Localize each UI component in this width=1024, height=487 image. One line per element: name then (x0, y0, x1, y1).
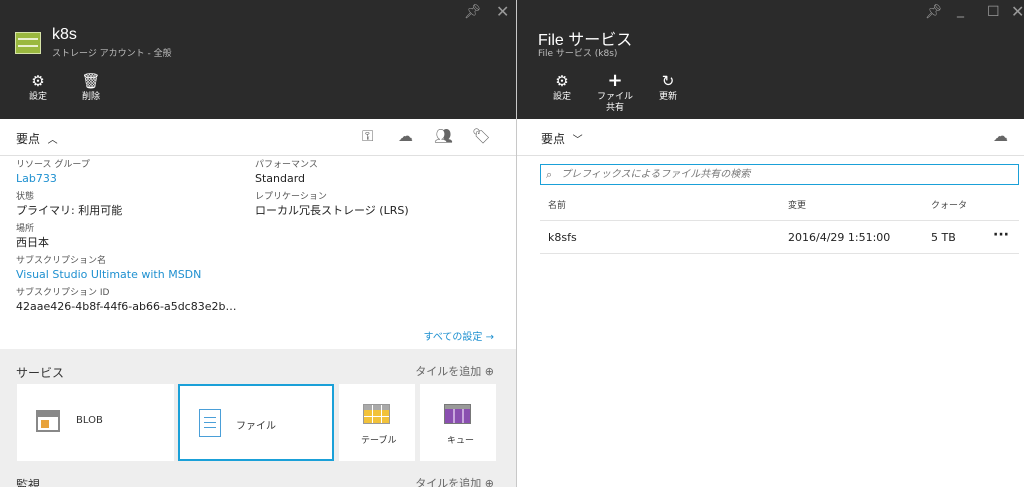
settings-button[interactable]: ⚙ 設定 (16, 72, 60, 103)
users-icon[interactable]: 👥︎ (434, 127, 453, 145)
monitoring-add-tile-button[interactable]: タイルを追加 ⊕ (415, 475, 494, 487)
row-divider (540, 253, 1019, 254)
cloud-icon[interactable]: ☁ (993, 127, 1008, 145)
maximize-icon[interactable]: ☐ (987, 4, 1000, 20)
services-section: サービス タイルを追加 ⊕ BLOB ファイル テーブル キュー 監視 タイルを… (0, 349, 516, 487)
column-header-modified[interactable]: 変更 (788, 198, 806, 211)
settings-button[interactable]: ⚙ 設定 (540, 72, 584, 103)
monitoring-title: 監視 (16, 478, 41, 487)
chevron-down-icon: ﹀ (572, 135, 583, 146)
add-file-share-button[interactable]: + ファイル共有 (593, 72, 637, 114)
properties-left: リソース グループ Lab733 状態 プライマリ: 利用可能 場所 西日本 サ… (16, 159, 236, 319)
refresh-icon: ↻ (661, 72, 675, 90)
property-status: 状態 プライマリ: 利用可能 (16, 192, 123, 217)
pin-icon[interactable]: 📌︎ (464, 4, 482, 20)
storage-account-icon (15, 32, 41, 54)
plus-icon: + (607, 70, 623, 91)
property-replication: レプリケーション ローカル冗長ストレージ (LRS) (255, 192, 409, 217)
trash-icon: 🗑︎ (81, 72, 101, 90)
refresh-button[interactable]: ↻ 更新 (646, 72, 690, 103)
essentials-toggle[interactable]: 要点 ︿ (16, 130, 58, 147)
cell-name: k8sfs (548, 231, 577, 244)
storage-account-blade: 📌︎ ✕ k8s ストレージ アカウント - 全般 ⚙ 設定 🗑︎ 削除 要点 … (0, 0, 517, 487)
gear-icon: ⚙ (555, 72, 569, 90)
blade-header: 📌︎ _ ☐ ✕ File サービス File サービス (k8s) ⚙ 設定 … (517, 0, 1024, 119)
tile-file[interactable]: ファイル (178, 384, 334, 461)
blade-subtitle: ストレージ アカウント - 全般 (52, 49, 172, 59)
pin-icon[interactable]: 📌︎ (925, 4, 943, 20)
file-icon (199, 409, 221, 437)
delete-button[interactable]: 🗑︎ 削除 (69, 72, 113, 103)
blade-title: k8s (52, 26, 77, 43)
close-icon[interactable]: ✕ (496, 2, 509, 21)
search-box[interactable]: ⌕ (540, 164, 1019, 185)
more-options-icon[interactable]: ··· (993, 227, 1009, 243)
search-input[interactable] (561, 165, 1011, 184)
all-settings-link[interactable]: すべての設定 → (424, 328, 494, 343)
blob-icon (36, 410, 60, 432)
subscription-link[interactable]: Visual Studio Ultimate with MSDN (16, 267, 236, 283)
gear-icon: ⚙ (31, 72, 45, 90)
essentials-toggle[interactable]: 要点 ﹀ (541, 130, 583, 147)
property-location: 場所 西日本 (16, 224, 49, 249)
close-icon[interactable]: ✕ (1011, 2, 1024, 21)
tile-queue[interactable]: キュー (420, 384, 496, 461)
resource-group-link[interactable]: Lab733 (16, 171, 236, 187)
add-tile-button[interactable]: タイルを追加 ⊕ (415, 363, 494, 379)
property-performance: パフォーマンス Standard (255, 160, 318, 185)
queue-icon (444, 404, 471, 424)
header-divider (540, 220, 1019, 221)
column-header-name[interactable]: 名前 (548, 198, 566, 211)
file-service-blade: 📌︎ _ ☐ ✕ File サービス File サービス (k8s) ⚙ 設定 … (517, 0, 1024, 487)
blade-header: 📌︎ ✕ k8s ストレージ アカウント - 全般 ⚙ 設定 🗑︎ 削除 (0, 0, 516, 119)
property-subscription-id: サブスクリプション ID 42aae426-4b8f-44f6-ab66-a5d… (16, 288, 237, 313)
essentials-bar[interactable]: 要点 ﹀ ☁ (517, 119, 1024, 156)
essentials-bar[interactable]: 要点 ︿ ⚿ ☁ 👥︎ 🏷︎ (0, 119, 516, 156)
properties-right: パフォーマンス Standard レプリケーション ローカル冗長ストレージ (L… (255, 159, 409, 223)
services-title: サービス (16, 366, 65, 380)
tile-table[interactable]: テーブル (339, 384, 415, 461)
key-icon[interactable]: ⚿ (362, 127, 373, 145)
cell-modified: 2016/4/29 1:51:00 (788, 231, 891, 244)
property-resource-group: リソース グループ Lab733 (16, 159, 236, 191)
minimize-icon[interactable]: _ (957, 2, 964, 18)
tile-blob[interactable]: BLOB (17, 384, 174, 461)
tag-icon[interactable]: 🏷︎ (472, 127, 491, 145)
cell-quota: 5 TB (931, 231, 956, 244)
column-header-quota[interactable]: クォータ (931, 198, 967, 211)
property-subscription-name: サブスクリプション名 Visual Studio Ultimate with M… (16, 255, 236, 287)
table-icon (363, 404, 390, 424)
search-icon: ⌕ (546, 168, 553, 181)
blade-subtitle: File サービス (k8s) (538, 49, 618, 59)
chevron-up-icon: ︿ (47, 135, 58, 146)
cloud-icon[interactable]: ☁ (398, 127, 413, 145)
